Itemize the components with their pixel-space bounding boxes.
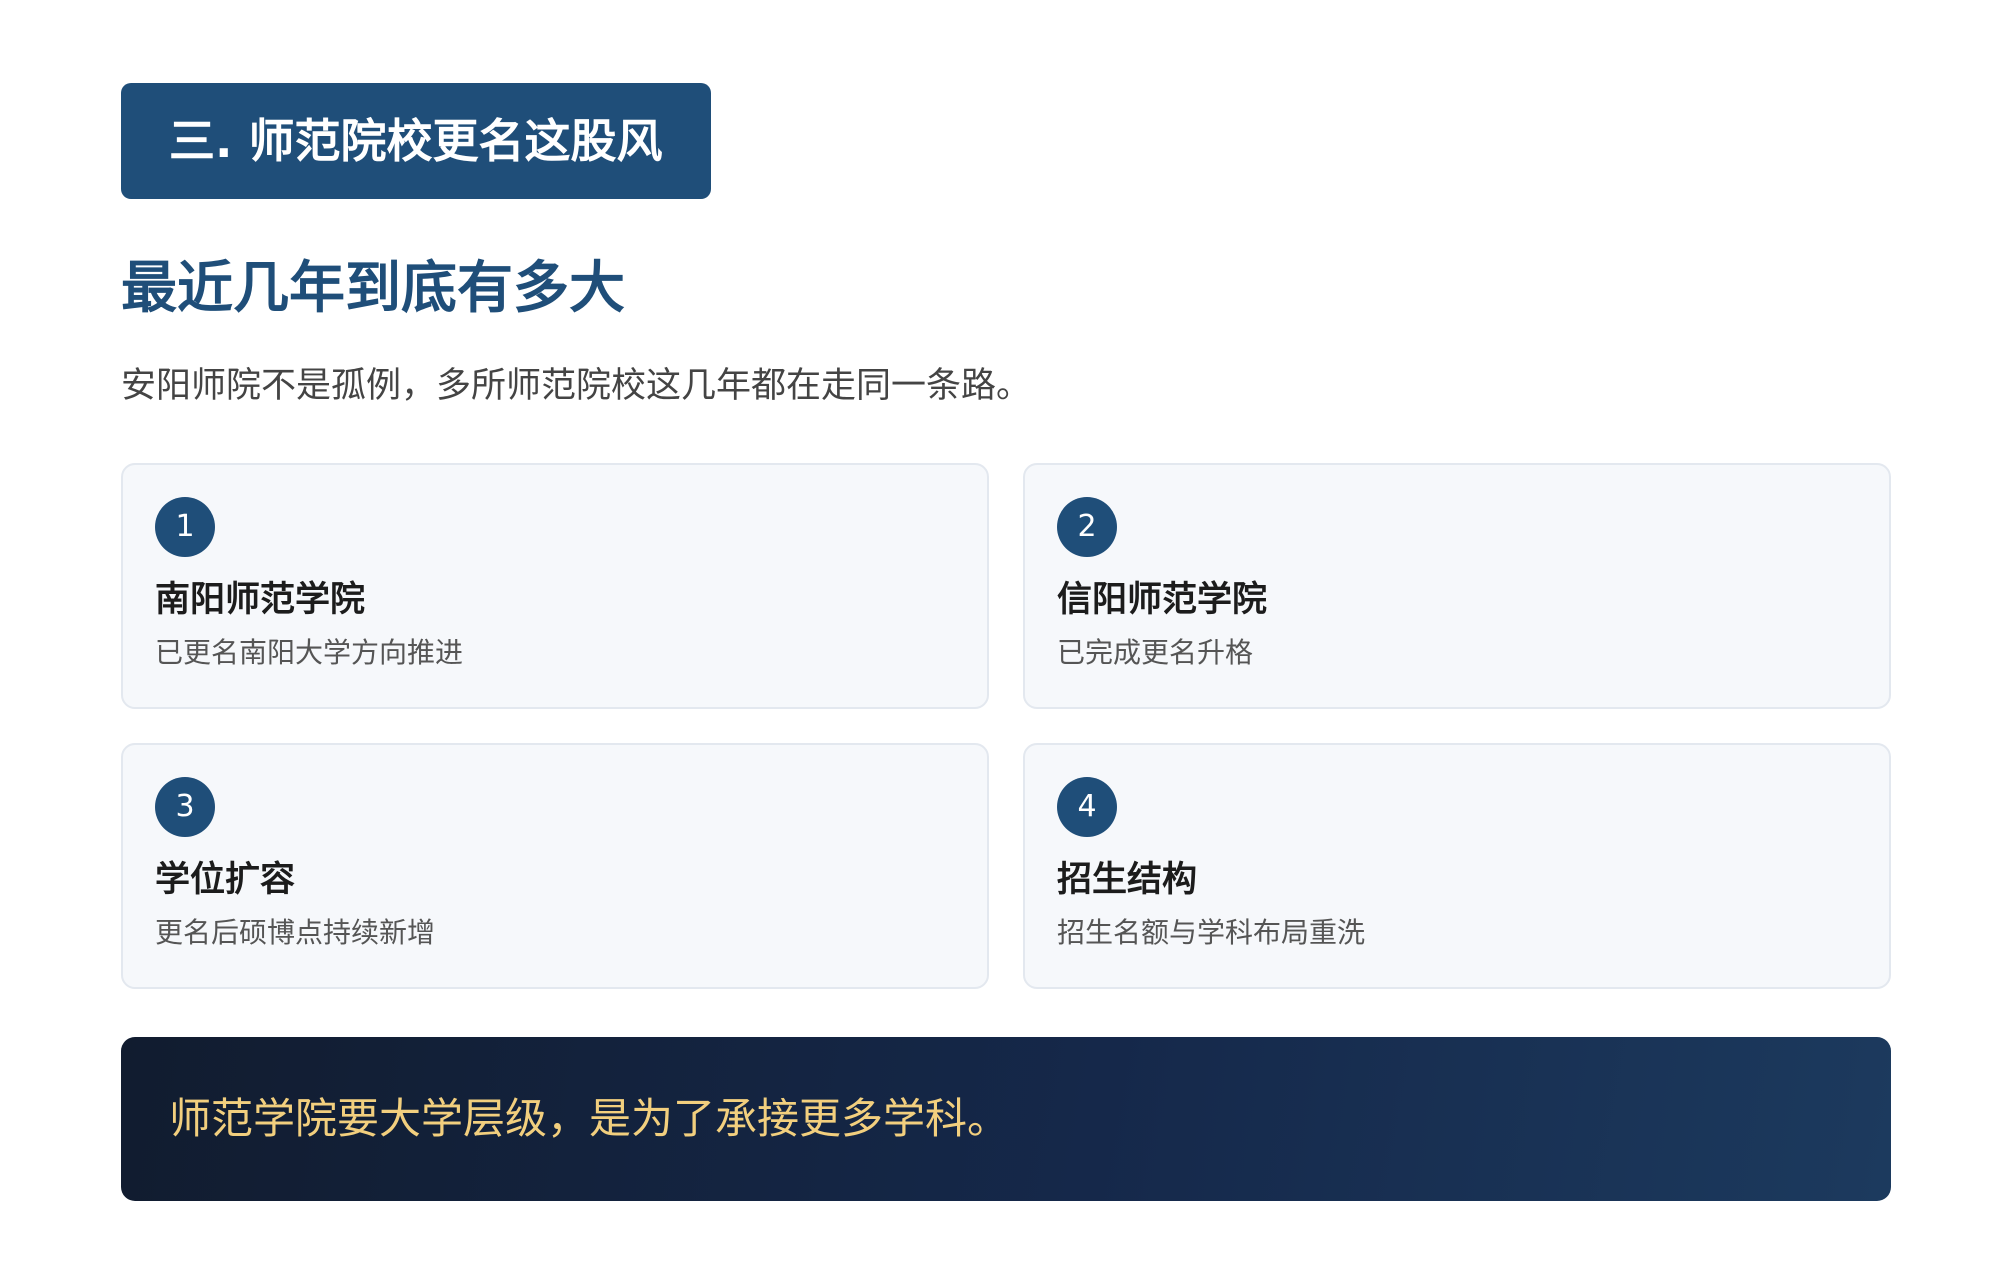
card-number-badge: 2 (1057, 497, 1117, 557)
card-number-badge: 1 (155, 497, 215, 557)
card-grid: 1 南阳师范学院 已更名南阳大学方向推进 2 信阳师范学院 已完成更名升格 3 … (121, 463, 1891, 989)
card-item: 1 南阳师范学院 已更名南阳大学方向推进 (121, 463, 989, 709)
page-heading: 最近几年到底有多大 (121, 256, 625, 321)
card-number-badge: 3 (155, 777, 215, 837)
section-badge: 三. 师范院校更名这股风 (121, 83, 711, 199)
intro-text: 安阳师院不是孤例，多所师范院校这几年都在走同一条路。 (121, 366, 1032, 406)
card-title: 南阳师范学院 (155, 580, 366, 620)
card-item: 3 学位扩容 更名后硕博点持续新增 (121, 743, 989, 989)
card-item: 4 招生结构 招生名额与学科布局重洗 (1023, 743, 1891, 989)
summary-callout: 师范学院要大学层级，是为了承接更多学科。 (121, 1037, 1891, 1201)
card-description: 更名后硕博点持续新增 (155, 916, 436, 949)
card-description: 已完成更名升格 (1057, 636, 1254, 669)
card-number-badge: 4 (1057, 777, 1117, 837)
page: 三. 师范院校更名这股风 最近几年到底有多大 安阳师院不是孤例，多所师范院校这几… (121, 83, 1891, 1201)
card-description: 招生名额与学科布局重洗 (1057, 916, 1366, 949)
card-title: 学位扩容 (155, 860, 296, 900)
card-title: 招生结构 (1057, 860, 1198, 900)
card-description: 已更名南阳大学方向推进 (155, 636, 464, 669)
card-title: 信阳师范学院 (1057, 580, 1268, 620)
card-item: 2 信阳师范学院 已完成更名升格 (1023, 463, 1891, 709)
